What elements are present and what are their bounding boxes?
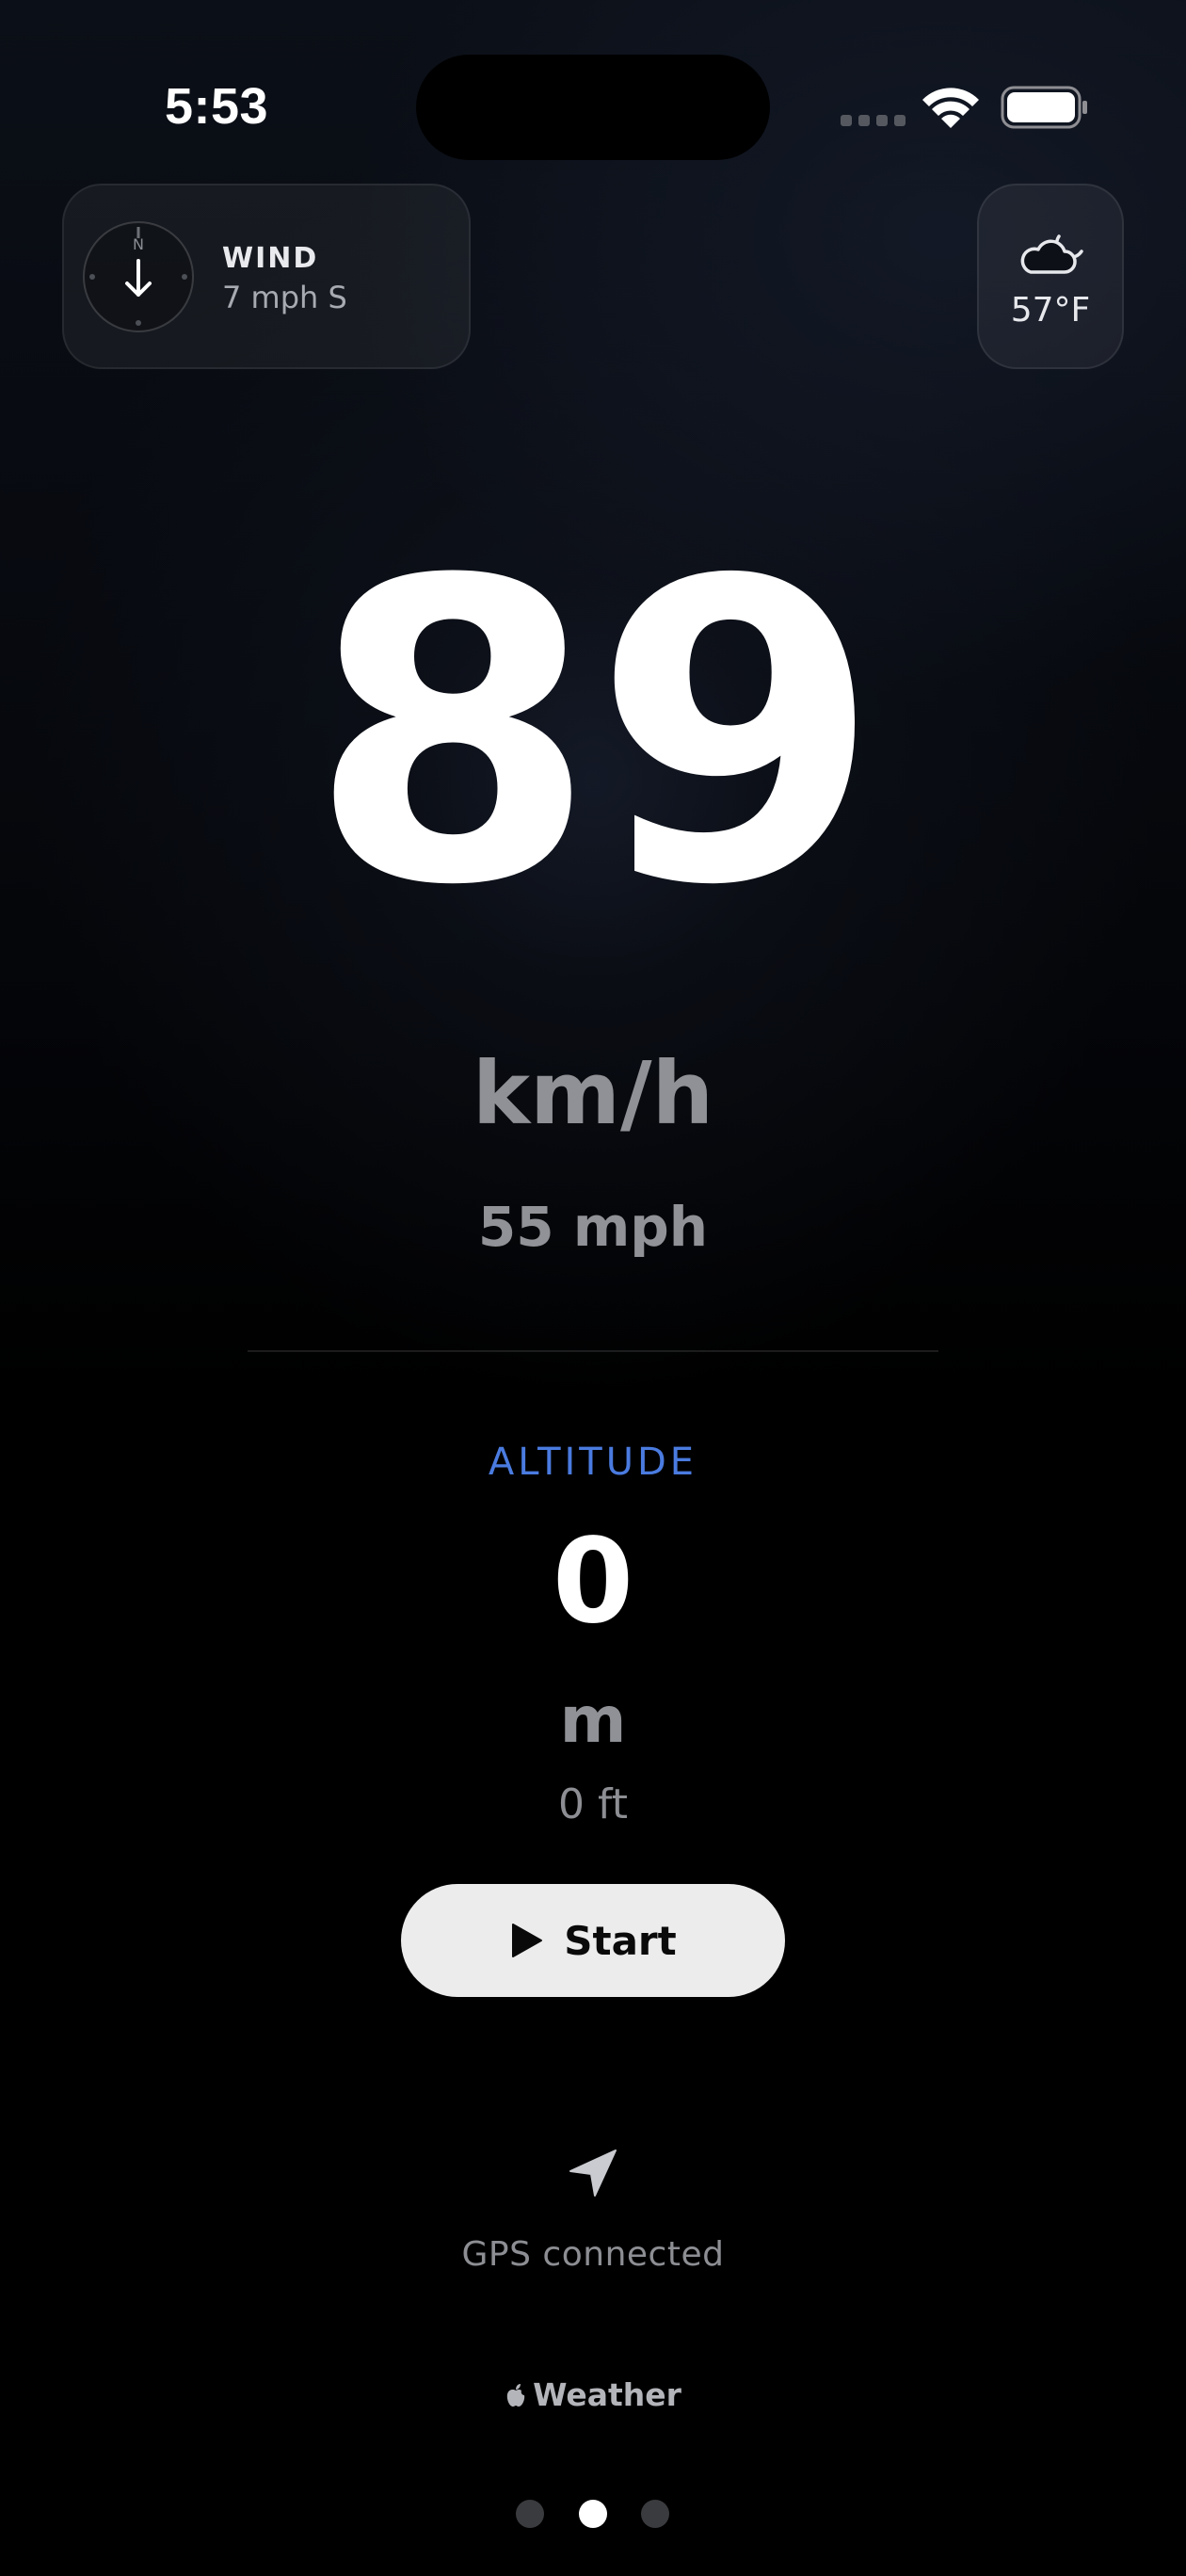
speedometer-screen: 5:53 N WIND 7 mph S 57°F 89 km/h 55 mph …: [0, 0, 1186, 2576]
speed-unit[interactable]: km/h: [0, 1047, 1186, 1141]
battery-icon: [1001, 86, 1087, 129]
divider: [248, 1350, 938, 1352]
cellular-signal-icon: [841, 115, 906, 126]
start-button[interactable]: Start: [401, 1884, 785, 1997]
weather-attribution-label: Weather: [533, 2376, 681, 2413]
speed-value: 89: [308, 493, 881, 975]
altitude-secondary-value: 0 ft: [558, 1780, 628, 1828]
compass-north-label: N: [133, 235, 144, 253]
altitude-value: 0: [552, 1514, 634, 1650]
weather-widget[interactable]: 57°F: [977, 184, 1124, 369]
wind-title: WIND: [222, 242, 319, 275]
altitude-unit[interactable]: m: [0, 1685, 1186, 1757]
weather-attribution[interactable]: Weather: [0, 2376, 1186, 2413]
location-arrow-icon: [569, 2149, 617, 2197]
altitude-label: ALTITUDE: [488, 1441, 698, 1484]
status-bar-time: 5:53: [165, 78, 269, 135]
cloud-moon-icon: [1020, 234, 1083, 274]
dynamic-island: [416, 55, 770, 160]
start-button-label: Start: [564, 1917, 677, 1964]
page-dot-1[interactable]: [516, 2500, 544, 2528]
gps-status: GPS connected: [461, 2235, 725, 2274]
wifi-icon: [922, 88, 979, 128]
wind-widget[interactable]: N WIND 7 mph S: [62, 184, 471, 369]
apple-logo-icon: [506, 2383, 525, 2407]
page-dot-2[interactable]: [579, 2500, 607, 2528]
page-dot-3[interactable]: [641, 2500, 669, 2528]
speed-secondary-value: 55 mph: [477, 1195, 709, 1259]
weather-temperature: 57°F: [1010, 291, 1091, 330]
play-icon: [512, 1924, 543, 1957]
wind-value: 7 mph S: [222, 280, 347, 315]
compass-icon: N: [83, 221, 194, 332]
